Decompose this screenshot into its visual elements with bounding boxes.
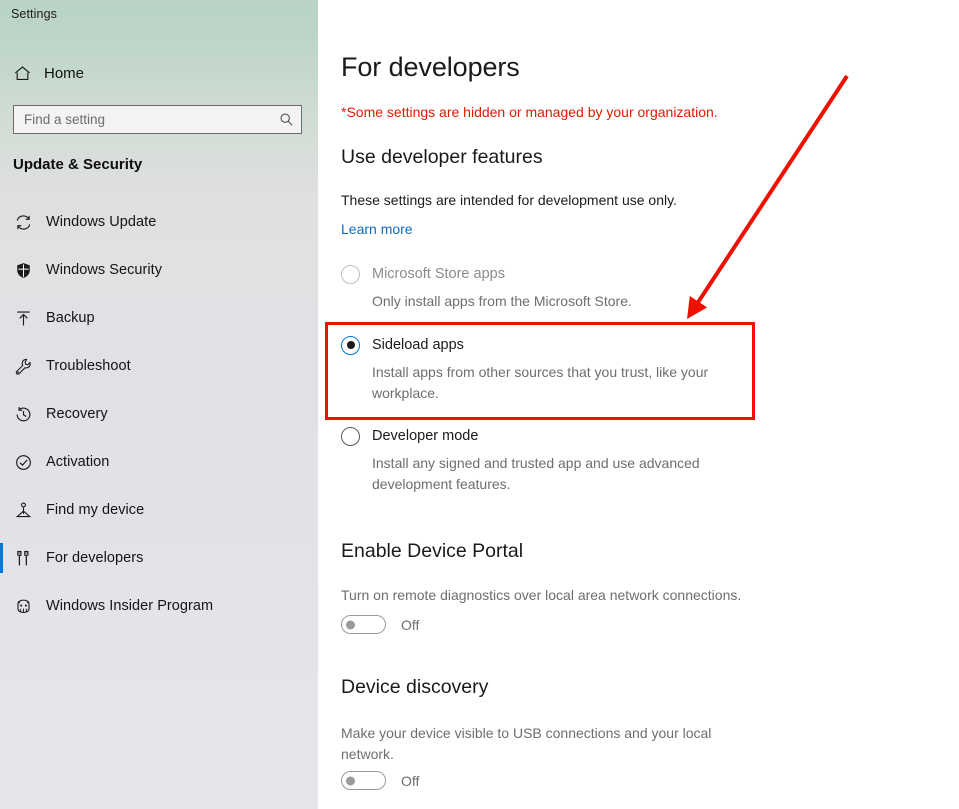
sidebar-item-label: For developers [46, 550, 144, 566]
organization-managed-note: *Some settings are hidden or managed by … [341, 104, 718, 120]
search-box[interactable] [13, 105, 302, 134]
dev-tools-icon [0, 549, 46, 568]
sidebar-item-label: Troubleshoot [46, 358, 131, 374]
radio-microsoft-store-apps[interactable] [341, 264, 360, 284]
refresh-icon [0, 213, 46, 232]
sidebar-item-windows-update[interactable]: Windows Update [0, 198, 318, 246]
option-sideload-apps[interactable]: Sideload apps Install apps from other so… [341, 334, 744, 404]
check-circle-icon [0, 453, 46, 472]
window-title: Settings [11, 7, 57, 21]
settings-window: Settings Home Update & Security [0, 0, 959, 809]
sidebar-item-activation[interactable]: Activation [0, 438, 318, 486]
device-portal-toggle-row[interactable]: Off [341, 615, 419, 634]
sidebar-item-windows-security[interactable]: Windows Security [0, 246, 318, 294]
option-label: Sideload apps [372, 337, 464, 353]
sidebar: Settings Home Update & Security [0, 0, 318, 809]
device-portal-toggle-state: Off [401, 616, 420, 633]
sidebar-item-recovery[interactable]: Recovery [0, 390, 318, 438]
option-microsoft-store-apps[interactable]: Microsoft Store apps Only install apps f… [341, 263, 632, 312]
device-discovery-description: Make your device visible to USB connecti… [341, 725, 712, 762]
insider-bug-icon [0, 597, 46, 616]
sidebar-item-windows-insider-program[interactable]: Windows Insider Program [0, 582, 318, 630]
shield-icon [0, 261, 46, 280]
search-icon[interactable] [275, 112, 301, 127]
sidebar-item-find-my-device[interactable]: Find my device [0, 486, 318, 534]
page-title: For developers [341, 52, 520, 82]
sidebar-item-troubleshoot[interactable]: Troubleshoot [0, 342, 318, 390]
sidebar-item-label: Windows Security [46, 262, 163, 278]
history-clock-icon [0, 405, 46, 424]
radio-sideload-apps[interactable] [341, 335, 360, 355]
learn-more-link[interactable]: Learn more [341, 221, 413, 237]
option-description: Install apps from other sources that you… [372, 364, 709, 401]
sidebar-group-title: Update & Security [13, 156, 143, 173]
device-discovery-toggle-state: Off [401, 772, 420, 789]
sidebar-item-label: Recovery [46, 406, 108, 422]
section-heading-device-discovery: Device discovery [341, 676, 489, 698]
toggle-knob [346, 620, 355, 629]
home-icon [0, 64, 44, 83]
device-discovery-toggle-row[interactable]: Off [341, 771, 419, 790]
device-portal-description: Turn on remote diagnostics over local ar… [341, 587, 742, 603]
device-portal-toggle[interactable] [341, 615, 386, 634]
option-description: Only install apps from the Microsoft Sto… [372, 293, 632, 309]
sidebar-item-backup[interactable]: Backup [0, 294, 318, 342]
sidebar-item-for-developers[interactable]: For developers [0, 534, 318, 582]
toggle-knob [346, 776, 355, 785]
option-label: Developer mode [372, 428, 479, 444]
radio-developer-mode[interactable] [341, 426, 360, 446]
main-content: For developers *Some settings are hidden… [318, 0, 959, 809]
section-heading-enable-device-portal: Enable Device Portal [341, 540, 524, 562]
upload-arrow-icon [0, 309, 46, 328]
option-developer-mode[interactable]: Developer mode Install any signed and tr… [341, 425, 724, 495]
location-person-icon [0, 501, 46, 520]
option-label: Microsoft Store apps [372, 266, 505, 282]
sidebar-item-label: Activation [46, 454, 110, 470]
sidebar-nav: Windows Update Windows Security Backup T… [0, 198, 318, 630]
sidebar-home-label: Home [44, 64, 85, 82]
device-discovery-toggle[interactable] [341, 771, 386, 790]
sidebar-item-label: Windows Insider Program [46, 598, 214, 614]
search-input[interactable] [14, 106, 275, 133]
sidebar-item-home[interactable]: Home [0, 58, 318, 88]
option-description: Install any signed and trusted app and u… [372, 455, 700, 492]
sidebar-item-label: Windows Update [46, 214, 157, 230]
section-heading-use-developer-features: Use developer features [341, 146, 543, 168]
sidebar-item-label: Find my device [46, 502, 145, 518]
developer-features-description: These settings are intended for developm… [341, 192, 677, 208]
wrench-icon [0, 357, 46, 376]
selection-accent-bar [0, 543, 3, 573]
sidebar-item-label: Backup [46, 310, 95, 326]
